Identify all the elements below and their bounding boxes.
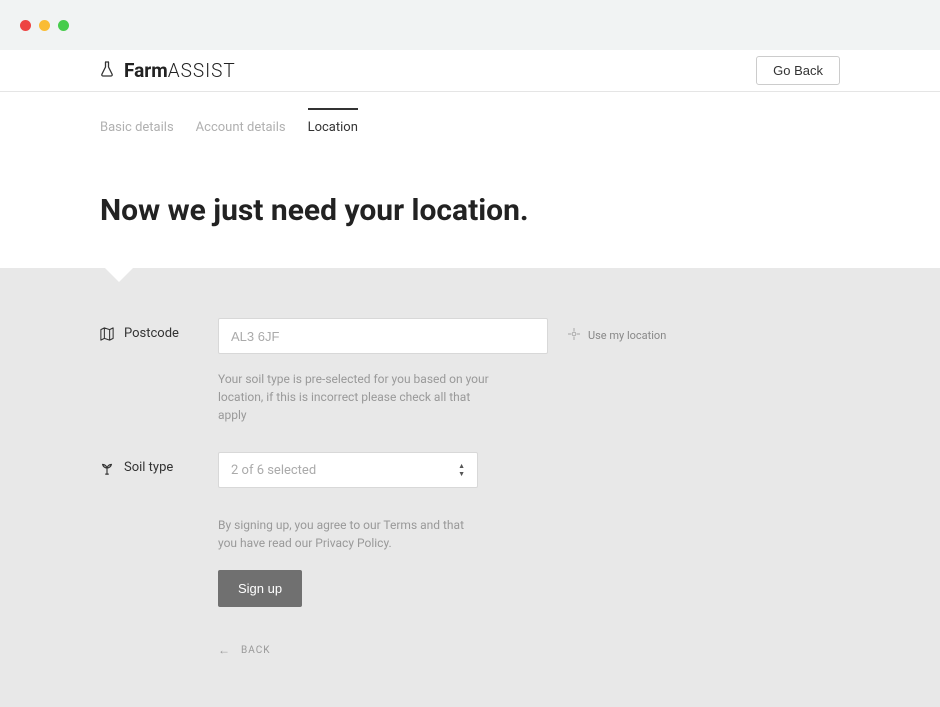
signup-button[interactable]: Sign up: [218, 570, 302, 607]
plant-icon: [100, 461, 114, 475]
window-minimize-icon[interactable]: [39, 20, 50, 31]
postcode-input[interactable]: [218, 318, 548, 354]
tabs: Basic details Account details Location: [100, 92, 840, 143]
arrow-left-icon: ←: [218, 643, 231, 657]
soil-helper-text: Your soil type is pre-selected for you b…: [218, 370, 498, 424]
soil-type-label: Soil type: [124, 460, 173, 475]
window-maximize-icon[interactable]: [58, 20, 69, 31]
back-label: BACK: [241, 645, 270, 656]
flask-icon: [100, 61, 114, 81]
postcode-label: Postcode: [124, 326, 179, 341]
use-my-location-label: Use my location: [588, 329, 666, 342]
page-title: Now we just need your location.: [100, 143, 840, 268]
tab-account-details[interactable]: Account details: [196, 120, 286, 143]
form-section: Postcode Use my location Your soil type …: [0, 268, 940, 707]
select-arrows-icon: ▲ ▼: [458, 463, 465, 478]
soil-type-label-col: Soil type: [100, 452, 218, 475]
logo-text-bold: Farm: [124, 59, 168, 82]
window-close-icon[interactable]: [20, 20, 31, 31]
logo-text-light: ASSIST: [168, 59, 236, 82]
postcode-label-col: Postcode: [100, 318, 218, 341]
browser-chrome: [0, 0, 940, 50]
crosshair-icon: [568, 328, 580, 343]
tab-basic-details[interactable]: Basic details: [100, 120, 174, 143]
back-link[interactable]: ← BACK: [218, 643, 840, 657]
soil-type-selected-text: 2 of 6 selected: [231, 463, 316, 478]
app-header: FarmASSIST Go Back: [0, 50, 940, 92]
soil-type-select[interactable]: 2 of 6 selected ▲ ▼: [218, 452, 478, 488]
top-section: Basic details Account details Location N…: [0, 92, 940, 268]
logo: FarmASSIST: [100, 59, 236, 82]
section-pointer-icon: [105, 268, 133, 282]
use-my-location-button[interactable]: Use my location: [548, 318, 666, 343]
terms-text: By signing up, you agree to our Terms an…: [218, 516, 468, 552]
postcode-row: Postcode Use my location: [100, 318, 840, 354]
go-back-button[interactable]: Go Back: [756, 56, 840, 85]
tab-location[interactable]: Location: [308, 108, 358, 143]
map-icon: [100, 327, 114, 341]
soil-type-row: Soil type 2 of 6 selected ▲ ▼: [100, 452, 840, 488]
